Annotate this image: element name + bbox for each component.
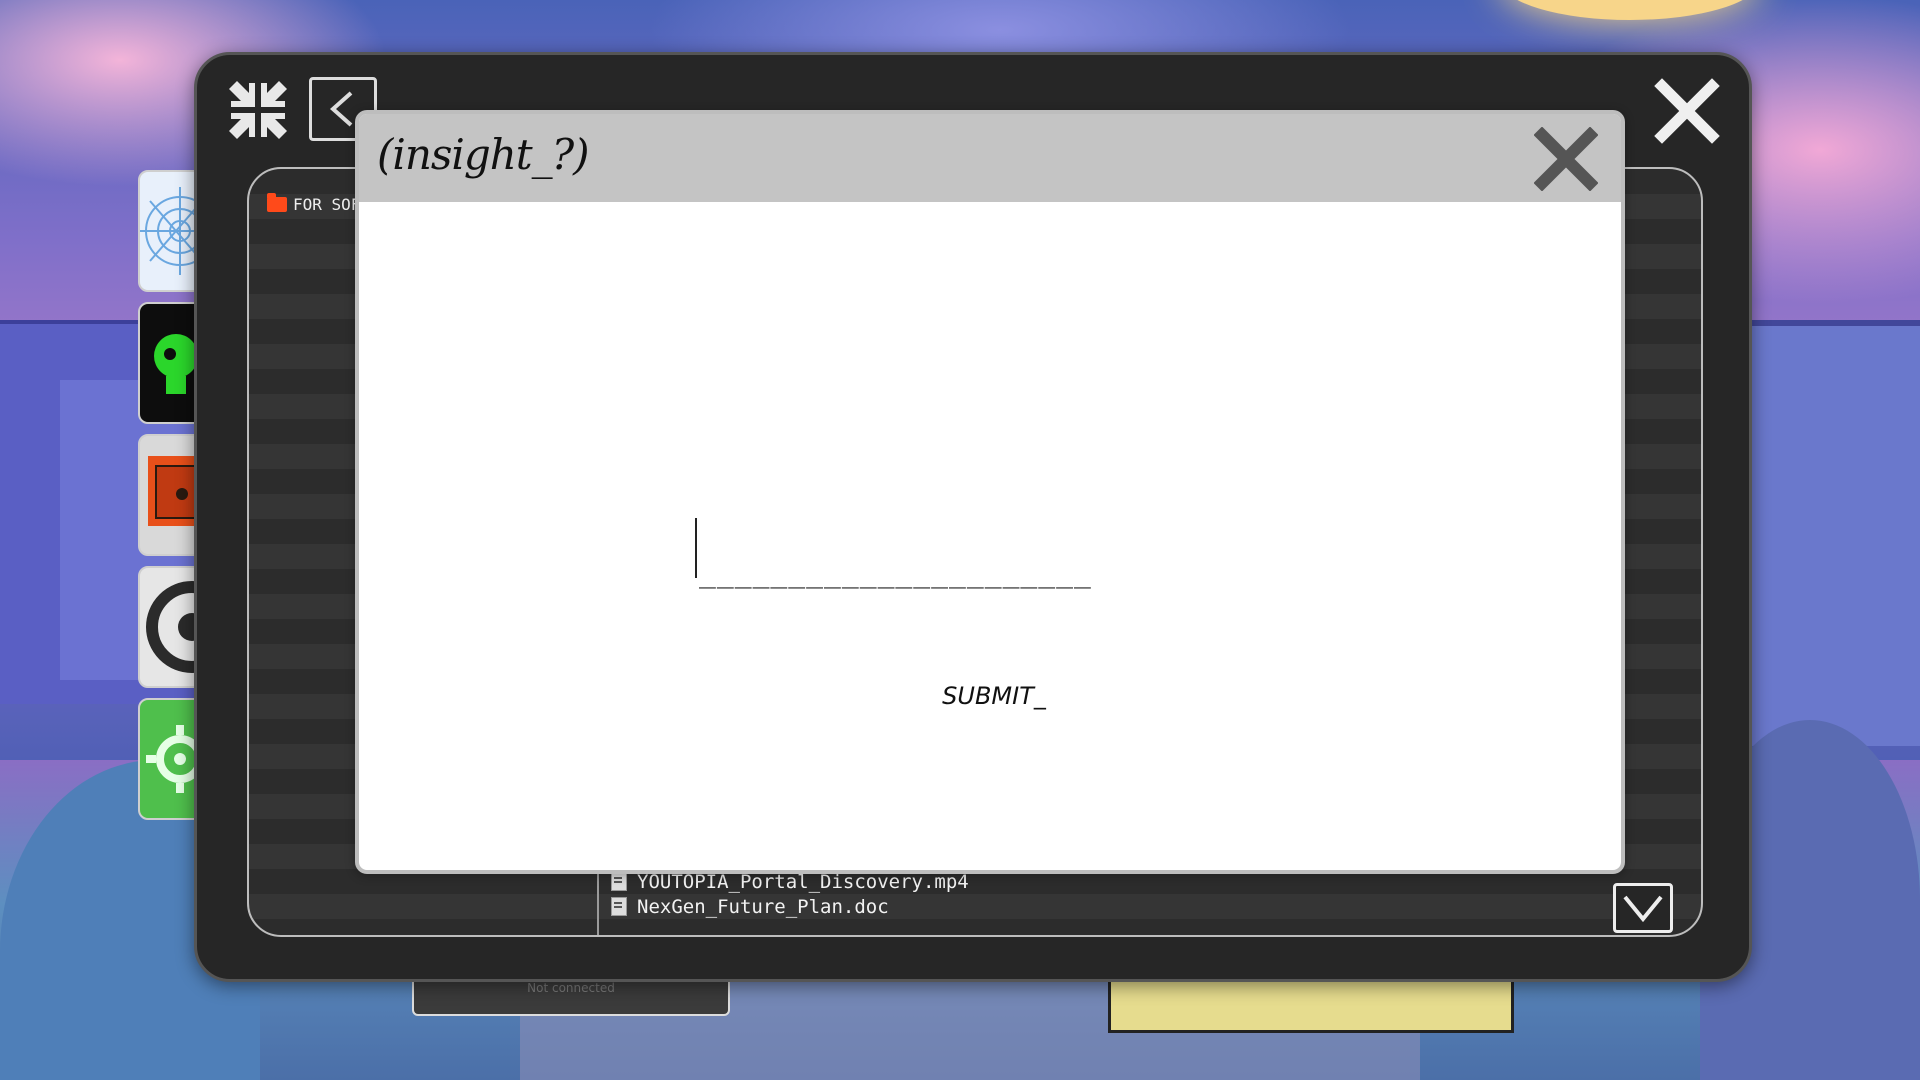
collapse-arrows-icon xyxy=(229,81,287,139)
dialog-close-button[interactable] xyxy=(1531,124,1601,194)
breadcrumb-label: FOR SOF xyxy=(293,195,361,214)
scroll-down-button[interactable] xyxy=(1613,883,1673,933)
spiderweb-icon xyxy=(140,187,202,275)
close-icon xyxy=(1534,127,1598,191)
building-right xyxy=(1740,320,1920,746)
file-list: YOUTOPIA_Portal_Discovery.mp4 NexGen_Fut… xyxy=(611,869,969,919)
close-icon xyxy=(1654,78,1720,144)
gear-icon xyxy=(146,725,202,793)
file-name: NexGen_Future_Plan.doc xyxy=(637,895,889,918)
orange-box-icon xyxy=(148,456,202,526)
close-window-button[interactable] xyxy=(1649,73,1725,149)
dialog-title: (insight_?) xyxy=(377,130,590,179)
document-file-icon xyxy=(611,897,627,916)
insight-dialog: (insight_?) ______________________ SUBMI… xyxy=(355,110,1625,874)
list-item[interactable]: NexGen_Future_Plan.doc xyxy=(611,894,969,919)
network-status: Not connected xyxy=(527,981,615,995)
folder-icon xyxy=(267,193,287,212)
collapse-button[interactable] xyxy=(223,75,293,145)
answer-input[interactable] xyxy=(695,522,1209,580)
skull-icon xyxy=(154,334,198,394)
video-file-icon xyxy=(611,872,627,891)
ring-icon xyxy=(146,581,202,673)
submit-button[interactable]: SUBMIT_ xyxy=(919,674,1069,718)
breadcrumb[interactable]: FOR SOF xyxy=(267,193,361,214)
chevron-down-icon xyxy=(1623,895,1663,923)
dialog-header: (insight_?) xyxy=(359,114,1621,202)
